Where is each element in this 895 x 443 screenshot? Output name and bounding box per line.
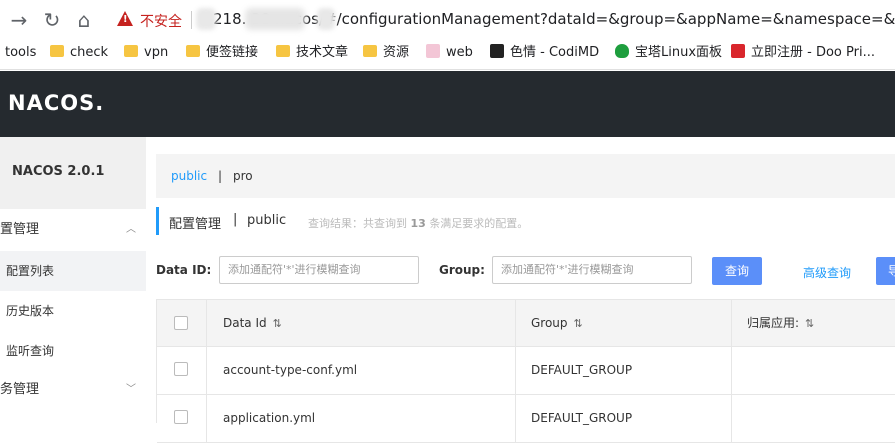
sidebar-item-history[interactable]: 历史版本 xyxy=(0,291,146,331)
header-label: 归属应用: xyxy=(747,316,800,330)
chevron-down-icon: ﹀ xyxy=(126,384,136,395)
bookmark-label: 技术文章 xyxy=(296,45,349,60)
bookmark-label: 宝塔Linux面板 xyxy=(635,45,723,60)
nacos-logo[interactable]: NACOS. xyxy=(8,91,104,115)
address-bar[interactable]: 218. 38 nacos/#/configurationManagement?… xyxy=(213,10,895,28)
page-namespace: public xyxy=(247,213,287,228)
sidebar-item-label: 配置列表 xyxy=(6,264,55,278)
bookmark-baota[interactable]: 宝塔Linux面板 xyxy=(615,40,722,70)
bookmark-tech[interactable]: 技术文章 xyxy=(276,40,348,70)
folder-icon xyxy=(124,45,138,57)
advanced-query-button[interactable]: 高级查询 xyxy=(803,264,851,281)
bookmark-label: tools xyxy=(5,45,37,60)
namespace-bar: public | pro xyxy=(156,154,895,198)
row-checkbox[interactable] xyxy=(174,410,188,424)
folder-icon xyxy=(363,45,377,57)
sidebar-group-service[interactable]: 务管理 ﹀ xyxy=(0,369,146,411)
back-arrow-icon[interactable]: → xyxy=(8,9,30,31)
bookmark-notes[interactable]: 便签链接 xyxy=(186,40,258,70)
namespace-public[interactable]: public xyxy=(171,169,207,183)
title-accent xyxy=(156,207,159,235)
doo-favicon-icon xyxy=(731,44,745,58)
warning-icon[interactable]: ! xyxy=(117,11,133,26)
sidebar: NACOS 2.0.1 置管理 ︿ 配置列表 历史版本 监听查询 务管理 ﹀ xyxy=(0,137,146,423)
dataid-label: Data ID: xyxy=(156,263,212,277)
group-label: Group: xyxy=(439,263,485,277)
bookmark-vpn[interactable]: vpn xyxy=(124,40,168,70)
cell-app xyxy=(732,347,895,395)
folder-icon xyxy=(50,45,64,57)
shield-icon xyxy=(615,44,629,58)
app-header: NACOS. xyxy=(0,71,895,137)
cell-group: DEFAULT_GROUP xyxy=(516,395,732,443)
bookmark-check[interactable]: check xyxy=(50,40,108,70)
namespace-pro[interactable]: pro xyxy=(233,169,253,183)
redacted-blur xyxy=(196,8,216,30)
result-prefix: 查询结果：共查询到 xyxy=(308,217,407,230)
config-table: Data Id ⇅ Group ⇅ 归属应用: ⇅ account-type-conf… xyxy=(156,299,895,443)
folder-icon xyxy=(276,45,290,57)
table-header-app[interactable]: 归属应用: ⇅ xyxy=(732,300,895,347)
table-row xyxy=(157,395,207,443)
cell-dataid: application.yml xyxy=(207,395,516,443)
sidebar-group-label: 置管理 xyxy=(0,222,40,237)
sidebar-item-config-list[interactable]: 配置列表 xyxy=(0,251,146,291)
page-title: 配置管理 xyxy=(169,217,222,232)
result-count: 13 xyxy=(410,217,426,230)
address-separator xyxy=(191,11,192,29)
sort-icon[interactable]: ⇅ xyxy=(273,317,282,330)
title-separator: | xyxy=(233,212,238,227)
browser-toolbar: → ↻ ⌂ ! 不安全 218. 38 nacos/#/configuratio… xyxy=(0,0,895,40)
cell-dataid: account-type-conf.yml xyxy=(207,347,516,395)
bookmark-label: web xyxy=(446,45,473,60)
sidebar-item-listeners[interactable]: 监听查询 xyxy=(0,331,146,371)
home-icon[interactable]: ⌂ xyxy=(73,9,95,31)
cell-group: DEFAULT_GROUP xyxy=(516,347,732,395)
table-header-select xyxy=(157,300,207,347)
bookmark-label: check xyxy=(70,45,109,60)
header-label: Data Id xyxy=(223,316,267,330)
header-label: Group xyxy=(531,316,568,330)
import-button[interactable]: 导 xyxy=(876,257,895,285)
bookmark-codimd[interactable]: 色情 - CodiMD xyxy=(490,40,599,70)
redacted-blur xyxy=(317,8,335,30)
result-summary: 查询结果：共查询到 13 条满足要求的配置。 xyxy=(308,215,528,231)
bookmark-web[interactable]: web xyxy=(426,40,473,70)
dataid-input[interactable]: 添加通配符'*'进行模糊查询 xyxy=(219,256,419,284)
bookmark-label: vpn xyxy=(144,45,169,60)
sidebar-item-label: 监听查询 xyxy=(6,344,55,358)
bookmark-doo[interactable]: 立即注册 - Doo Pri... xyxy=(731,40,875,70)
version-label: NACOS 2.0.1 xyxy=(0,137,146,209)
chevron-up-icon: ︿ xyxy=(126,224,136,235)
table-header-dataid[interactable]: Data Id ⇅ xyxy=(207,300,516,347)
result-suffix: 条满足要求的配置。 xyxy=(429,217,529,230)
row-checkbox[interactable] xyxy=(174,362,188,376)
bookmark-label: 资源 xyxy=(383,45,410,60)
folder-icon xyxy=(186,45,200,57)
table-row xyxy=(157,347,207,395)
web-favicon-icon xyxy=(426,44,440,58)
bookmark-label: 色情 - CodiMD xyxy=(510,45,600,60)
table-header-group[interactable]: Group ⇅ xyxy=(516,300,732,347)
main-content: public | pro 配置管理 | public 查询结果：共查询到 13 … xyxy=(146,137,895,443)
bookmark-resources[interactable]: 资源 xyxy=(363,40,409,70)
namespace-separator: | xyxy=(218,169,223,183)
bookmarks-bar: tools check vpn 便签链接 技术文章 资源 web 色情 - Co… xyxy=(0,40,895,70)
cell-app xyxy=(732,395,895,443)
sort-icon[interactable]: ⇅ xyxy=(805,317,814,330)
sidebar-item-label: 历史版本 xyxy=(6,304,55,318)
sidebar-group-label: 务管理 xyxy=(0,382,40,397)
redacted-blur xyxy=(245,8,305,30)
select-all-checkbox[interactable] xyxy=(174,316,188,330)
reload-icon[interactable]: ↻ xyxy=(41,9,63,31)
document-icon xyxy=(490,44,504,58)
insecure-label[interactable]: 不安全 xyxy=(140,11,182,31)
sort-icon[interactable]: ⇅ xyxy=(574,317,583,330)
group-input[interactable]: 添加通配符'*'进行模糊查询 xyxy=(492,256,692,284)
bookmark-tools[interactable]: tools xyxy=(5,40,36,70)
bookmark-label: 便签链接 xyxy=(206,45,259,60)
bookmark-label: 立即注册 - Doo Pri... xyxy=(751,45,875,60)
query-button[interactable]: 查询 xyxy=(712,257,762,285)
sidebar-group-config[interactable]: 置管理 ︿ xyxy=(0,209,146,251)
